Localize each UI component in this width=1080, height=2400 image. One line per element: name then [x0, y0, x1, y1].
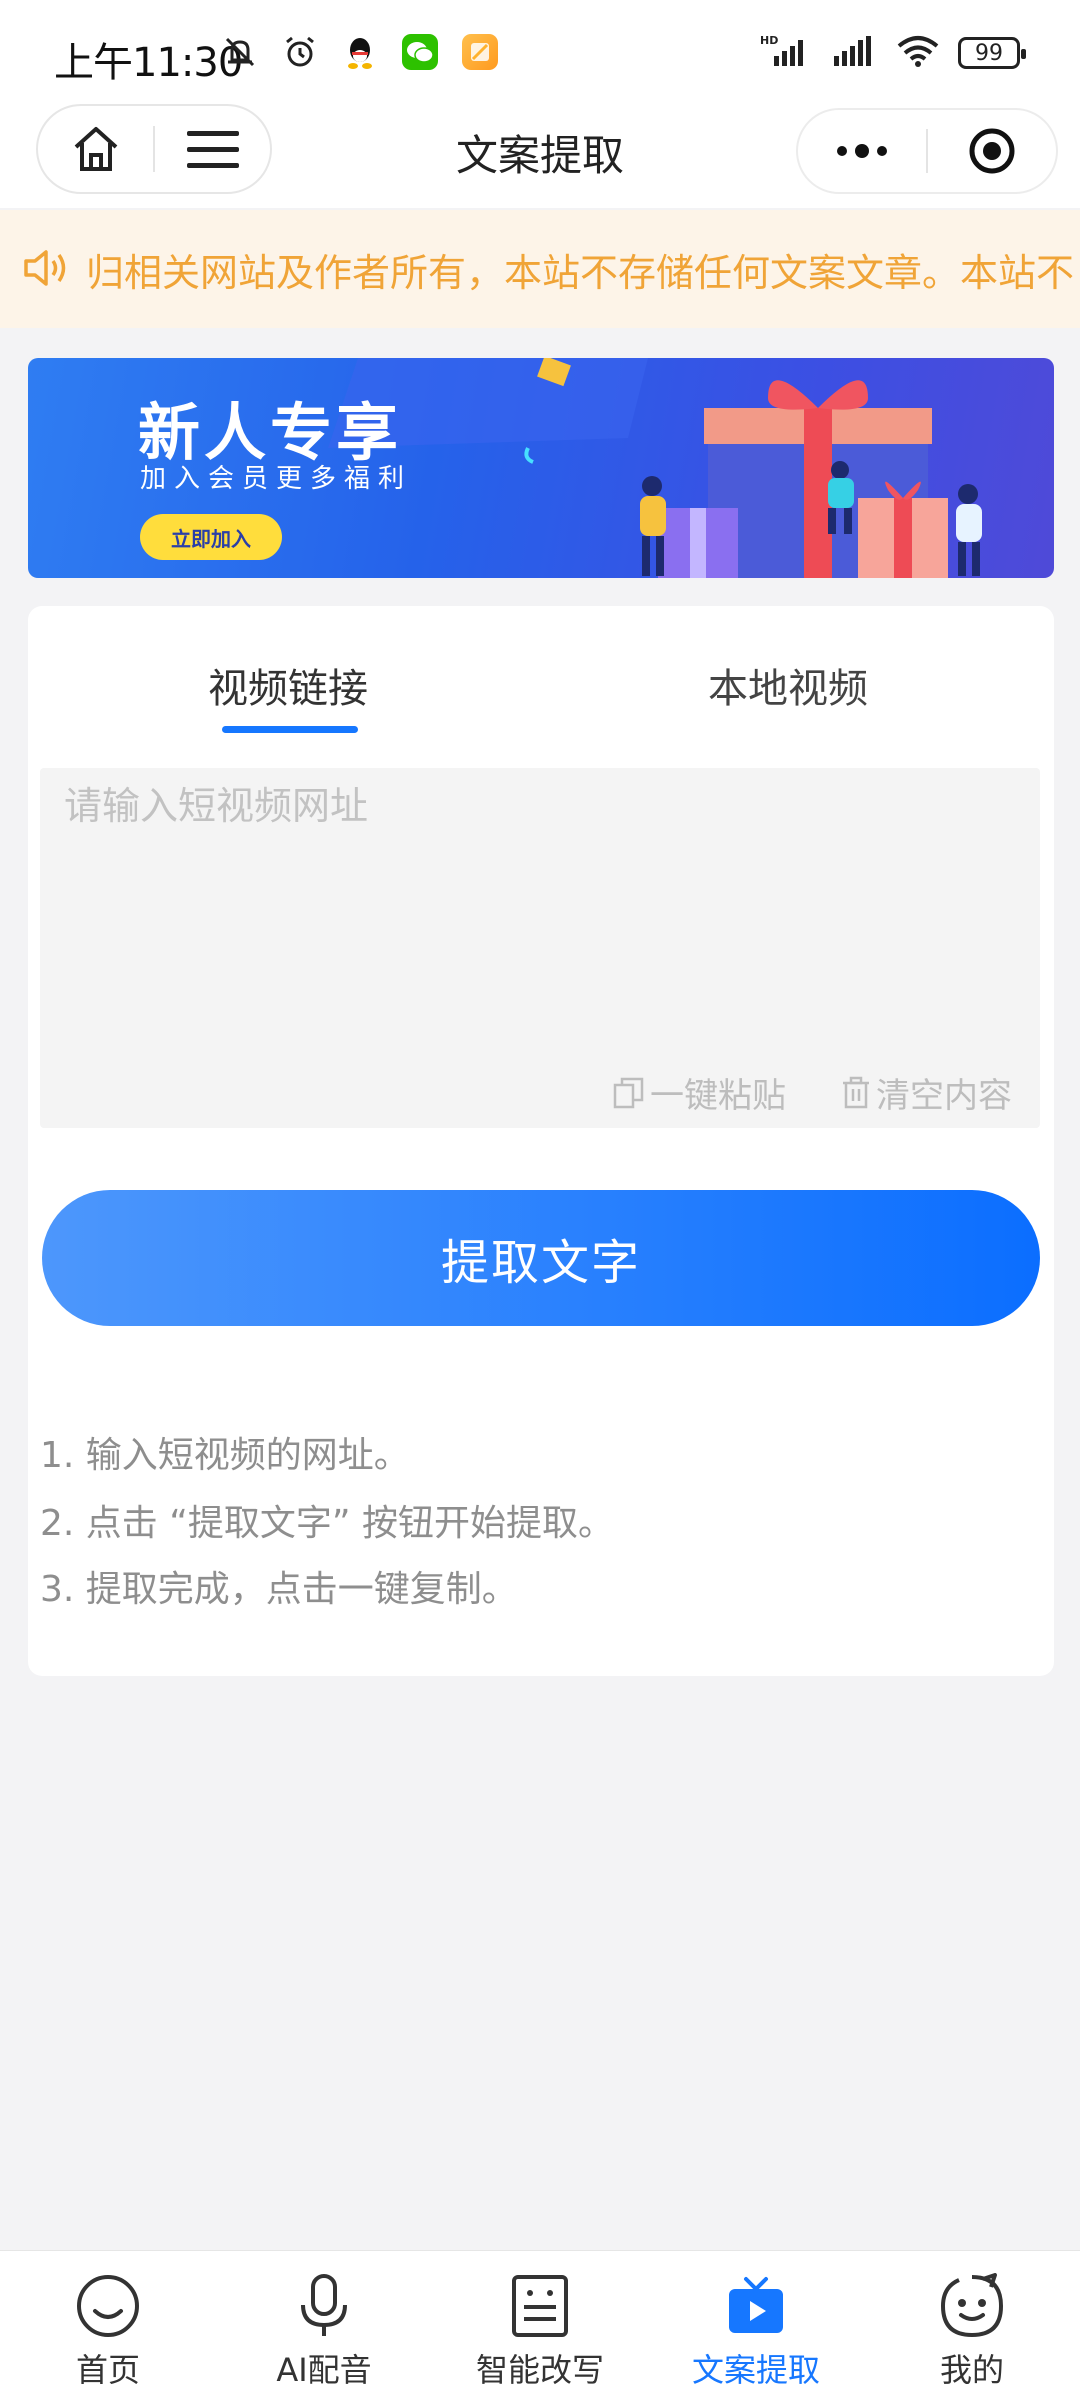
- battery-indicator: 99: [958, 37, 1026, 69]
- speaker-icon: [24, 250, 66, 286]
- instruction-step-1: 1. 输入短视频的网址。: [40, 1435, 410, 1476]
- notice-text: 归相关网站及作者所有，本站不存储任何文案文章。本站不: [86, 251, 1075, 295]
- trash-icon: [843, 1076, 869, 1108]
- copy-icon: [613, 1077, 644, 1108]
- extract-text-button[interactable]: 提取文字: [42, 1190, 1040, 1326]
- more-dots-icon: [837, 144, 887, 158]
- instruction-step-3: 3. 提取完成，点击一键复制。: [40, 1569, 518, 1610]
- active-tab-indicator: [222, 726, 358, 733]
- status-system-icons: HD 99: [760, 34, 1026, 72]
- nav-profile[interactable]: 我的: [864, 2251, 1080, 2400]
- join-now-button[interactable]: 立即加入: [140, 514, 282, 560]
- cellular-signal-2-icon: [830, 34, 878, 72]
- nav-smart-rewrite-label: 智能改写: [475, 2351, 604, 2389]
- nav-text-extract-label: 文案提取: [691, 2351, 820, 2389]
- microphone-icon: [289, 2271, 359, 2341]
- tab-video-link[interactable]: 视频链接: [208, 656, 368, 714]
- nav-smart-rewrite[interactable]: 智能改写: [432, 2251, 648, 2400]
- status-time: 上午11:30: [54, 40, 243, 86]
- qq-app-icon: [342, 34, 378, 70]
- nav-capsule-right: [796, 108, 1058, 194]
- document-edit-icon: [505, 2271, 575, 2341]
- more-button[interactable]: [798, 110, 926, 192]
- nav-header: 文案提取: [0, 100, 1080, 208]
- profile-face-icon: [937, 2271, 1007, 2341]
- video-play-icon: [721, 2271, 791, 2341]
- status-notification-icons: [222, 34, 498, 70]
- tab-local-video[interactable]: 本地视频: [708, 656, 868, 714]
- paste-button[interactable]: 一键粘贴: [612, 1068, 786, 1117]
- clear-button[interactable]: 清空内容: [840, 1068, 1012, 1117]
- smile-icon: [73, 2271, 143, 2341]
- status-bar: 上午11:30 HD 99: [0, 0, 1080, 108]
- bottom-tab-bar: 首页 AI配音 智能改写 文案提取 我的: [0, 2250, 1080, 2400]
- close-miniapp-button[interactable]: [928, 110, 1056, 192]
- notice-bar: 归相关网站及作者所有，本站不存储任何文案文章。本站不: [0, 210, 1080, 328]
- promo-banner[interactable]: 新人专享 加入会员更多福利 立即加入: [28, 358, 1054, 578]
- nav-ai-voice-label: AI配音: [276, 2351, 372, 2389]
- nav-home-label: 首页: [75, 2351, 140, 2389]
- clear-label: 清空内容: [876, 1076, 1012, 1116]
- alarm-clock-icon: [282, 34, 318, 70]
- target-circle-icon: [969, 128, 1015, 174]
- notes-app-icon: [462, 34, 498, 70]
- banner-subtitle: 加入会员更多福利: [140, 464, 413, 494]
- wifi-icon: [896, 34, 940, 72]
- wechat-app-icon: [402, 34, 438, 70]
- nav-ai-voice[interactable]: AI配音: [216, 2251, 432, 2400]
- video-url-input[interactable]: [64, 786, 1014, 826]
- extract-card: 视频链接 本地视频 一键粘贴 清空内容 提取文字 1. 输入短视频的网址。 2.…: [28, 606, 1054, 1676]
- svg-text:HD: HD: [760, 34, 778, 47]
- nav-profile-label: 我的: [939, 2351, 1004, 2389]
- nav-text-extract[interactable]: 文案提取: [648, 2251, 864, 2400]
- paste-label: 一键粘贴: [650, 1076, 786, 1116]
- cellular-signal-icon: HD: [760, 34, 812, 72]
- instruction-step-2: 2. 点击 “提取文字” 按钮开始提取。: [40, 1503, 614, 1544]
- nav-home[interactable]: 首页: [0, 2251, 216, 2400]
- url-input-box: 一键粘贴 清空内容: [40, 768, 1040, 1128]
- mute-bell-icon: [222, 34, 258, 70]
